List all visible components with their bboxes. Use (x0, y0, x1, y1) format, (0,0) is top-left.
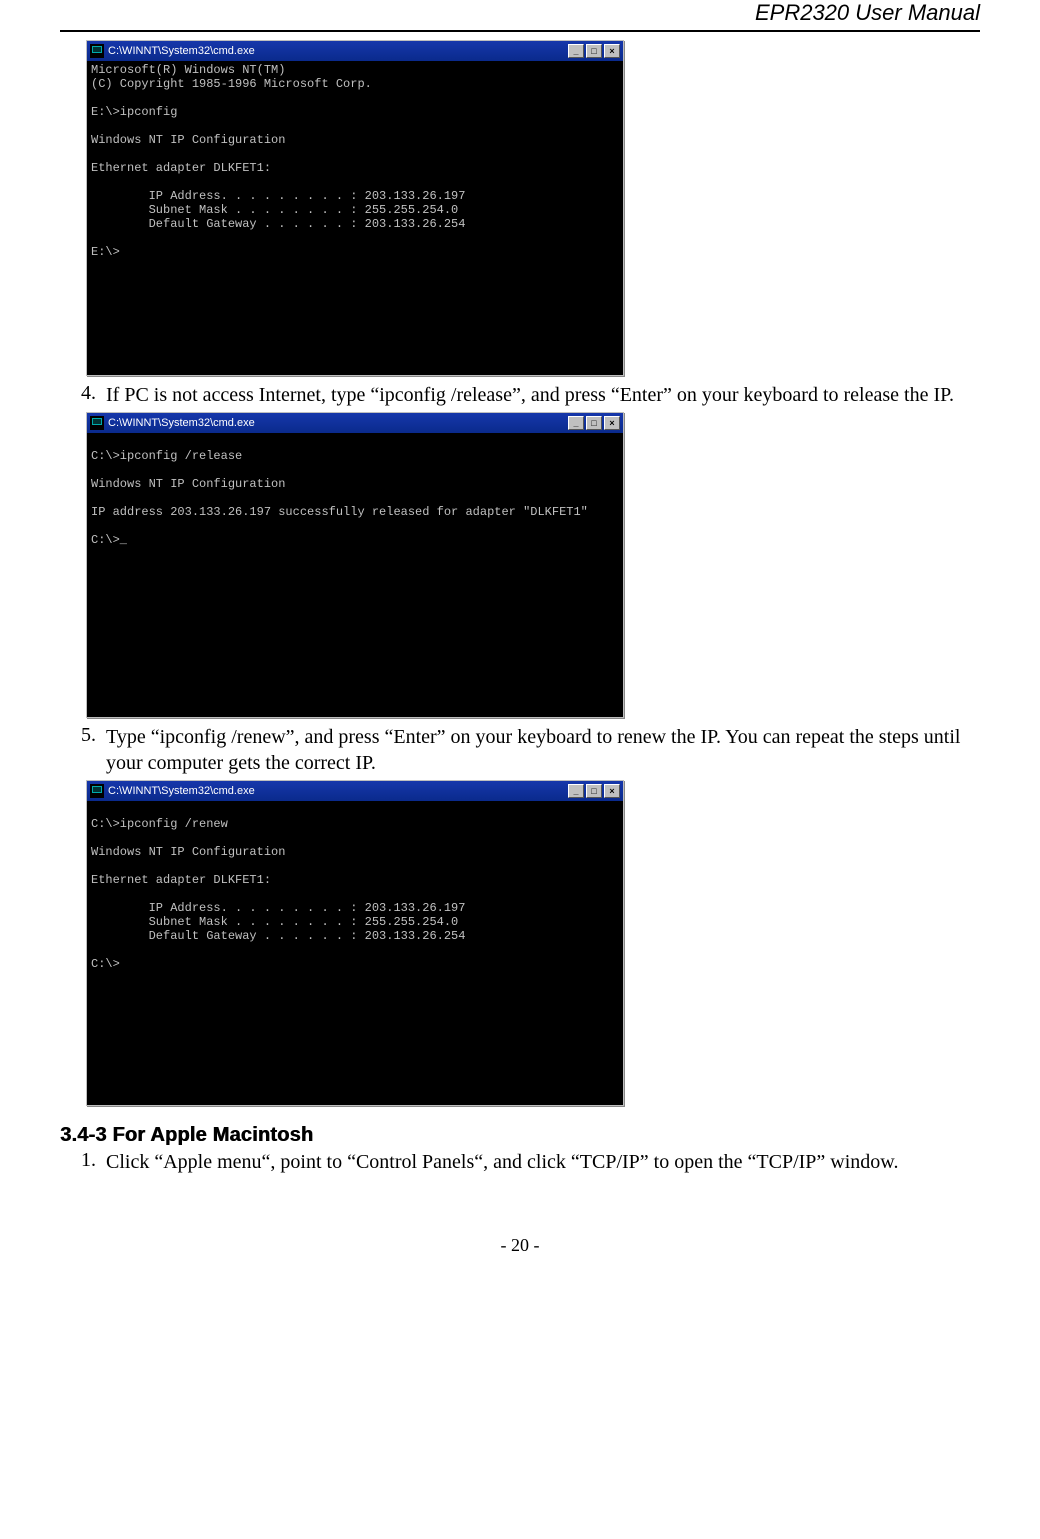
titlebar: C:\WINNT\System32\cmd.exe _ □ × (87, 413, 623, 433)
titlebar: C:\WINNT\System32\cmd.exe _ □ × (87, 41, 623, 61)
maximize-button[interactable]: □ (586, 416, 602, 430)
close-button[interactable]: × (604, 416, 620, 430)
close-button[interactable]: × (604, 44, 620, 58)
window-title: C:\WINNT\System32\cmd.exe (108, 417, 568, 429)
window-title: C:\WINNT\System32\cmd.exe (108, 785, 568, 797)
cmd-icon (90, 44, 104, 58)
step-4: 4. If PC is not access Internet, type “i… (60, 382, 980, 408)
terminal-output: C:\>ipconfig /release Windows NT IP Conf… (87, 433, 623, 717)
step-5: 5. Type “ipconfig /renew”, and press “En… (60, 724, 980, 776)
cmd-icon (90, 784, 104, 798)
step-number: 4. (60, 382, 106, 405)
cmd-window-3: C:\WINNT\System32\cmd.exe _ □ × C:\>ipco… (86, 780, 624, 1106)
step-text: Click “Apple menu“, point to “Control Pa… (106, 1149, 898, 1175)
minimize-button[interactable]: _ (568, 784, 584, 798)
cmd-window-1: C:\WINNT\System32\cmd.exe _ □ × Microsof… (86, 40, 624, 376)
cmd-icon (90, 416, 104, 430)
close-button[interactable]: × (604, 784, 620, 798)
minimize-button[interactable]: _ (568, 44, 584, 58)
terminal-output: C:\>ipconfig /renew Windows NT IP Config… (87, 801, 623, 1105)
cmd-window-2: C:\WINNT\System32\cmd.exe _ □ × C:\>ipco… (86, 412, 624, 718)
page-header: EPR2320 User Manual (60, 0, 980, 32)
page-footer: - 20 - (60, 1175, 980, 1256)
section-heading-apple-macintosh: 3.4-3 For Apple Macintosh (60, 1124, 980, 1147)
step-text: Type “ipconfig /renew”, and press “Enter… (106, 724, 980, 776)
titlebar: C:\WINNT\System32\cmd.exe _ □ × (87, 781, 623, 801)
terminal-output: Microsoft(R) Windows NT(TM) (C) Copyrigh… (87, 61, 623, 375)
step-number: 5. (60, 724, 106, 747)
maximize-button[interactable]: □ (586, 44, 602, 58)
maximize-button[interactable]: □ (586, 784, 602, 798)
step-text: If PC is not access Internet, type “ipco… (106, 382, 954, 408)
mac-step-1: 1. Click “Apple menu“, point to “Control… (60, 1149, 980, 1175)
step-number: 1. (60, 1149, 106, 1172)
window-title: C:\WINNT\System32\cmd.exe (108, 45, 568, 57)
header-product: EPR2320 (755, 0, 849, 25)
header-suffix: User Manual (849, 0, 980, 25)
minimize-button[interactable]: _ (568, 416, 584, 430)
